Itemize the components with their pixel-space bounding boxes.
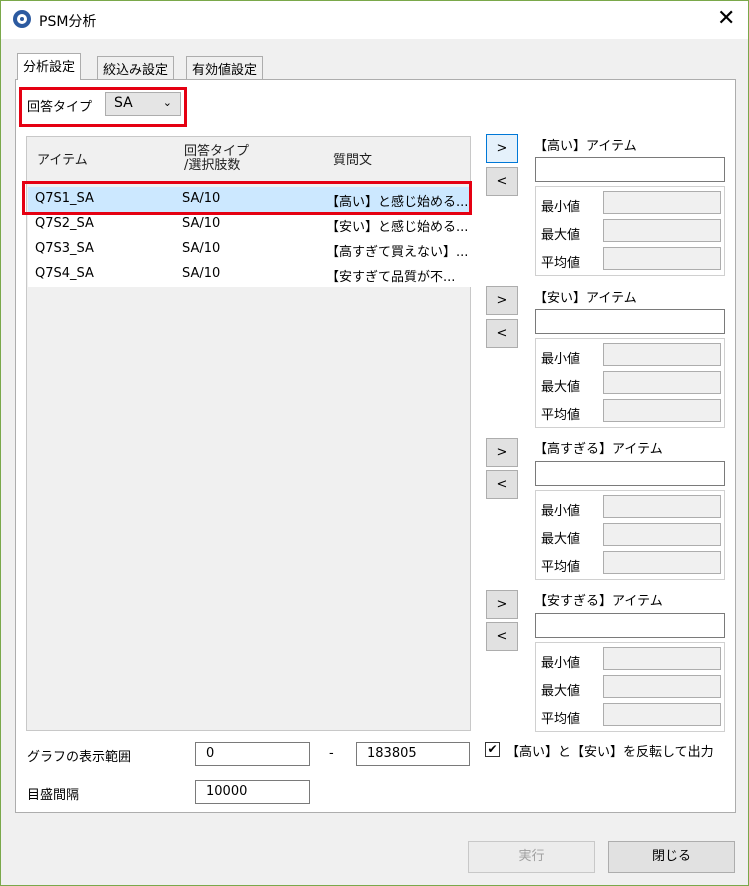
max-label: 最大値 (541, 684, 581, 699)
max-label: 最大値 (541, 532, 581, 547)
min-value-field (603, 191, 721, 214)
avg-value-field (603, 247, 721, 270)
low-item-title: 【安い】アイテム (534, 291, 637, 306)
row-type: SA/10 (182, 266, 221, 281)
row-question: 【安い】と感じ始める... (326, 220, 469, 235)
avg-value-field (603, 703, 721, 726)
remove-high-item-button[interactable]: < (486, 167, 518, 196)
too-high-item-stats: 最小値 最大値 平均値 (535, 490, 725, 580)
avg-value-field (603, 551, 721, 574)
column-header-type-line2: /選択肢数 (184, 158, 241, 173)
low-item-stats: 最小値 最大値 平均値 (535, 338, 725, 428)
row-question: 【高すぎて買えない】... (326, 245, 469, 260)
min-label: 最小値 (541, 200, 581, 215)
too-low-item-field[interactable] (535, 613, 725, 638)
psm-dialog: PSM分析 ✕ 分析設定 絞込み設定 有効値設定 回答タイプ SA ⌄ アイテム… (0, 0, 749, 886)
min-value-field (603, 495, 721, 518)
avg-value-field (603, 399, 721, 422)
min-value-field (603, 647, 721, 670)
too-low-item-stats: 最小値 最大値 平均値 (535, 642, 725, 732)
table-row[interactable]: Q7S4_SA SA/10 【安すぎて品質が不... (28, 262, 471, 287)
max-value-field (603, 219, 721, 242)
min-label: 最小値 (541, 504, 581, 519)
add-high-item-button[interactable]: > (486, 134, 518, 163)
tab-analysis-settings[interactable]: 分析設定 (17, 53, 82, 80)
range-separator: - (329, 746, 334, 761)
max-value-field (603, 371, 721, 394)
remove-too-low-item-button[interactable]: < (486, 622, 518, 651)
column-header-type[interactable]: 回答タイプ /選択肢数 (184, 145, 249, 173)
row-item: Q7S4_SA (35, 266, 94, 281)
min-label: 最小値 (541, 656, 581, 671)
close-button[interactable]: 閉じる (608, 841, 735, 873)
too-high-item-title: 【高すぎる】アイテム (534, 442, 663, 457)
graph-range-from-input[interactable]: 0 (195, 742, 310, 766)
close-icon[interactable]: ✕ (717, 5, 735, 33)
avg-label: 平均値 (541, 560, 581, 575)
low-item-field[interactable] (535, 309, 725, 334)
high-item-title: 【高い】アイテム (534, 139, 637, 154)
too-low-item-title: 【安すぎる】アイテム (534, 594, 663, 609)
table-row[interactable]: Q7S3_SA SA/10 【高すぎて買えない】... (28, 237, 471, 262)
max-value-field (603, 675, 721, 698)
max-value-field (603, 523, 721, 546)
column-header-type-line1: 回答タイプ (184, 144, 250, 159)
table-row[interactable]: Q7S2_SA SA/10 【安い】と感じ始める... (28, 212, 471, 237)
selected-row-highlight (22, 181, 472, 215)
add-low-item-button[interactable]: > (486, 286, 518, 315)
min-label: 最小値 (541, 352, 581, 367)
row-item: Q7S3_SA (35, 241, 94, 256)
remove-low-item-button[interactable]: < (486, 319, 518, 348)
avg-label: 平均値 (541, 256, 581, 271)
run-button[interactable]: 実行 (468, 841, 595, 873)
max-label: 最大値 (541, 228, 581, 243)
interval-label: 目盛間隔 (27, 788, 80, 803)
high-item-field[interactable] (535, 157, 725, 182)
graph-range-to-input[interactable]: 183805 (356, 742, 470, 766)
window-title: PSM分析 (39, 14, 97, 30)
column-header-question[interactable]: 質問文 (333, 154, 372, 168)
app-logo-icon (13, 10, 31, 28)
avg-label: 平均値 (541, 408, 581, 423)
add-too-low-item-button[interactable]: > (486, 590, 518, 619)
tab-filter-settings[interactable]: 絞込み設定 (97, 56, 175, 79)
column-header-item[interactable]: アイテム (37, 154, 88, 168)
reverse-output-label[interactable]: 【高い】と【安い】を反転して出力 (506, 741, 714, 760)
row-question: 【安すぎて品質が不... (326, 270, 456, 285)
row-type: SA/10 (182, 216, 221, 231)
min-value-field (603, 343, 721, 366)
remove-too-high-item-button[interactable]: < (486, 470, 518, 499)
title-bar: PSM分析 ✕ (1, 1, 748, 39)
item-list[interactable]: アイテム 回答タイプ /選択肢数 質問文 Q7S1_SA SA/10 【高い】と… (26, 136, 471, 731)
add-too-high-item-button[interactable]: > (486, 438, 518, 467)
row-item: Q7S2_SA (35, 216, 94, 231)
too-high-item-field[interactable] (535, 461, 725, 486)
answer-type-highlight (19, 87, 187, 127)
reverse-output-checkbox[interactable]: ✔ (485, 742, 500, 757)
avg-label: 平均値 (541, 712, 581, 727)
high-item-stats: 最小値 最大値 平均値 (535, 186, 725, 276)
interval-input[interactable]: 10000 (195, 780, 310, 804)
row-type: SA/10 (182, 241, 221, 256)
max-label: 最大値 (541, 380, 581, 395)
tab-valid-value-settings[interactable]: 有効値設定 (186, 56, 264, 79)
graph-range-label: グラフの表示範囲 (27, 750, 132, 765)
